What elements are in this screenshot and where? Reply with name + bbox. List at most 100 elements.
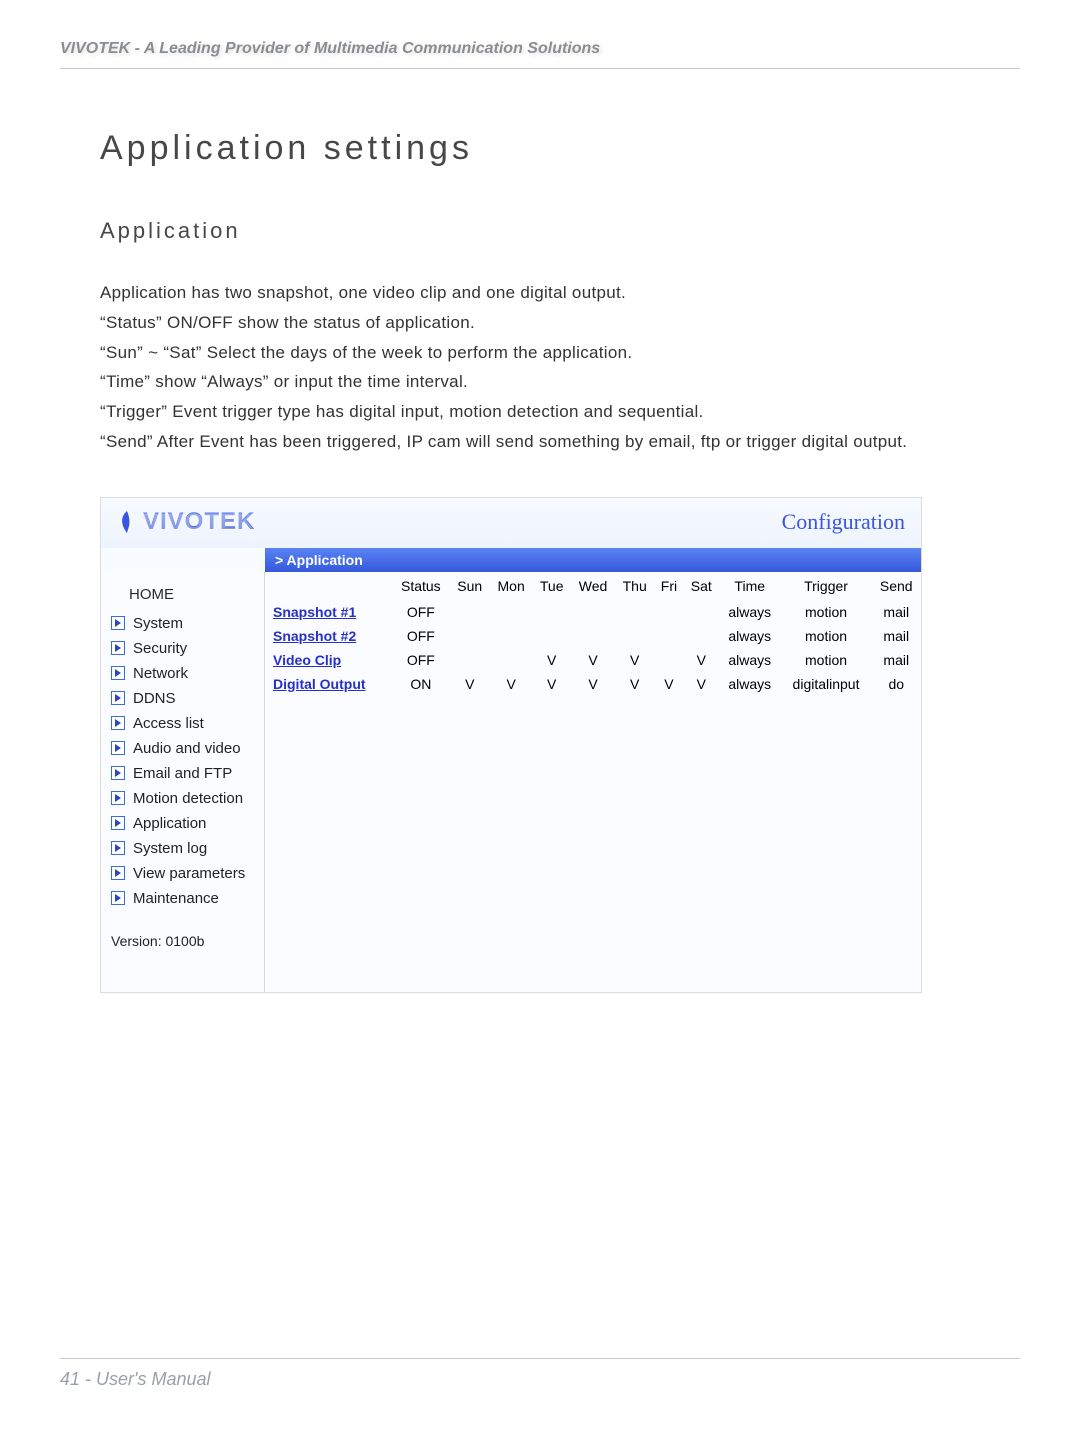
sidebar-item-motion-detection[interactable]: Motion detection bbox=[101, 786, 264, 811]
section-title: Application bbox=[100, 218, 980, 244]
sidebar-item-system-log[interactable]: System log bbox=[101, 836, 264, 861]
sidebar-item-label: Application bbox=[133, 815, 206, 832]
cell-day bbox=[450, 648, 490, 672]
col-send: Send bbox=[872, 572, 922, 600]
cell-trigger: digitalinput bbox=[781, 672, 872, 696]
cell-day bbox=[615, 600, 654, 624]
col-wed: Wed bbox=[571, 572, 615, 600]
sidebar-item-label: System log bbox=[133, 840, 207, 857]
cell-status: OFF bbox=[392, 600, 450, 624]
cell-day: V bbox=[615, 672, 654, 696]
col-sat: Sat bbox=[684, 572, 719, 600]
cell-day: V bbox=[684, 648, 719, 672]
col-time: Time bbox=[719, 572, 781, 600]
cell-day bbox=[490, 648, 533, 672]
sidebar-item-security[interactable]: Security bbox=[101, 636, 264, 661]
arrow-icon bbox=[111, 741, 125, 755]
cell-trigger: motion bbox=[781, 600, 872, 624]
row-link-snapshot-2[interactable]: Snapshot #2 bbox=[273, 628, 356, 644]
version-label: Version: 0100b bbox=[101, 911, 264, 949]
footer-sep: - bbox=[85, 1369, 96, 1389]
cell-day bbox=[615, 624, 654, 648]
arrow-icon bbox=[111, 841, 125, 855]
paragraph: “Time” show “Always” or input the time i… bbox=[100, 367, 980, 397]
arrow-icon bbox=[111, 616, 125, 630]
cell-day: V bbox=[533, 648, 571, 672]
cell-send: mail bbox=[872, 624, 922, 648]
cell-day: V bbox=[533, 672, 571, 696]
cell-trigger: motion bbox=[781, 648, 872, 672]
sidebar-item-label: View parameters bbox=[133, 865, 245, 882]
sidebar-item-ddns[interactable]: DDNS bbox=[101, 686, 264, 711]
sidebar-item-label: Audio and video bbox=[133, 740, 241, 757]
cell-day bbox=[571, 600, 615, 624]
arrow-icon bbox=[111, 766, 125, 780]
cell-day bbox=[654, 624, 684, 648]
col-status: Status bbox=[392, 572, 450, 600]
page-number: 41 bbox=[60, 1369, 80, 1389]
sidebar-item-label: Network bbox=[133, 665, 188, 682]
cell-send: do bbox=[872, 672, 922, 696]
row-link-snapshot-1[interactable]: Snapshot #1 bbox=[273, 604, 356, 620]
sidebar-item-access-list[interactable]: Access list bbox=[101, 711, 264, 736]
cell-day bbox=[450, 624, 490, 648]
cell-send: mail bbox=[872, 648, 922, 672]
arrow-icon bbox=[111, 716, 125, 730]
cell-day bbox=[490, 624, 533, 648]
arrow-icon bbox=[111, 816, 125, 830]
col-fri: Fri bbox=[654, 572, 684, 600]
cell-day bbox=[684, 624, 719, 648]
footer-label: User's Manual bbox=[96, 1369, 210, 1389]
config-screenshot: VIVOTEK Configuration > Application HOME… bbox=[100, 497, 922, 993]
arrow-icon bbox=[111, 866, 125, 880]
arrow-icon bbox=[111, 691, 125, 705]
arrow-icon bbox=[111, 791, 125, 805]
sidebar-item-label: Maintenance bbox=[133, 890, 219, 907]
cell-day bbox=[571, 624, 615, 648]
sidebar-item-system[interactable]: System bbox=[101, 611, 264, 636]
cell-day bbox=[684, 600, 719, 624]
row-link-digital-output[interactable]: Digital Output bbox=[273, 676, 366, 692]
configuration-label: Configuration bbox=[782, 509, 905, 535]
sidebar-home[interactable]: HOME bbox=[101, 582, 264, 611]
cell-day bbox=[490, 600, 533, 624]
col-mon: Mon bbox=[490, 572, 533, 600]
cell-time: always bbox=[719, 624, 781, 648]
table-row: Snapshot #1 OFF always motion bbox=[265, 600, 921, 624]
sidebar-item-audio-video[interactable]: Audio and video bbox=[101, 736, 264, 761]
arrow-icon bbox=[111, 891, 125, 905]
application-table: Status Sun Mon Tue Wed Thu Fri Sat Time … bbox=[265, 572, 921, 696]
cell-day: V bbox=[571, 672, 615, 696]
cell-trigger: motion bbox=[781, 624, 872, 648]
page-footer: 41 - User's Manual bbox=[0, 1358, 1080, 1440]
cell-day bbox=[533, 624, 571, 648]
cell-day bbox=[654, 648, 684, 672]
brand: VIVOTEK bbox=[117, 508, 255, 536]
table-header-row: Status Sun Mon Tue Wed Thu Fri Sat Time … bbox=[265, 572, 921, 600]
col-trigger: Trigger bbox=[781, 572, 872, 600]
col-blank bbox=[265, 572, 392, 600]
paragraph: “Sun” ~ “Sat” Select the days of the wee… bbox=[100, 338, 980, 368]
col-sun: Sun bbox=[450, 572, 490, 600]
header-tagline: VIVOTEK - A Leading Provider of Multimed… bbox=[60, 40, 1020, 68]
cell-time: always bbox=[719, 600, 781, 624]
sidebar-item-email-ftp[interactable]: Email and FTP bbox=[101, 761, 264, 786]
sidebar-item-maintenance[interactable]: Maintenance bbox=[101, 886, 264, 911]
breadcrumb-bar: > Application bbox=[265, 548, 921, 572]
cell-day bbox=[654, 600, 684, 624]
sidebar-item-view-parameters[interactable]: View parameters bbox=[101, 861, 264, 886]
sidebar-item-network[interactable]: Network bbox=[101, 661, 264, 686]
sidebar-item-label: Motion detection bbox=[133, 790, 243, 807]
screenshot-header: VIVOTEK Configuration bbox=[101, 498, 921, 548]
sidebar-item-application[interactable]: Application bbox=[101, 811, 264, 836]
sidebar-item-label: System bbox=[133, 615, 183, 632]
row-link-video-clip[interactable]: Video Clip bbox=[273, 652, 341, 668]
cell-day: V bbox=[450, 672, 490, 696]
sidebar-item-label: Security bbox=[133, 640, 187, 657]
table-row: Digital Output ON V V V V V V V always d bbox=[265, 672, 921, 696]
cell-status: OFF bbox=[392, 648, 450, 672]
cell-day bbox=[533, 600, 571, 624]
brand-leaf-icon bbox=[117, 510, 137, 534]
page-title: Application settings bbox=[100, 129, 980, 168]
paragraph: “Trigger” Event trigger type has digital… bbox=[100, 397, 980, 427]
